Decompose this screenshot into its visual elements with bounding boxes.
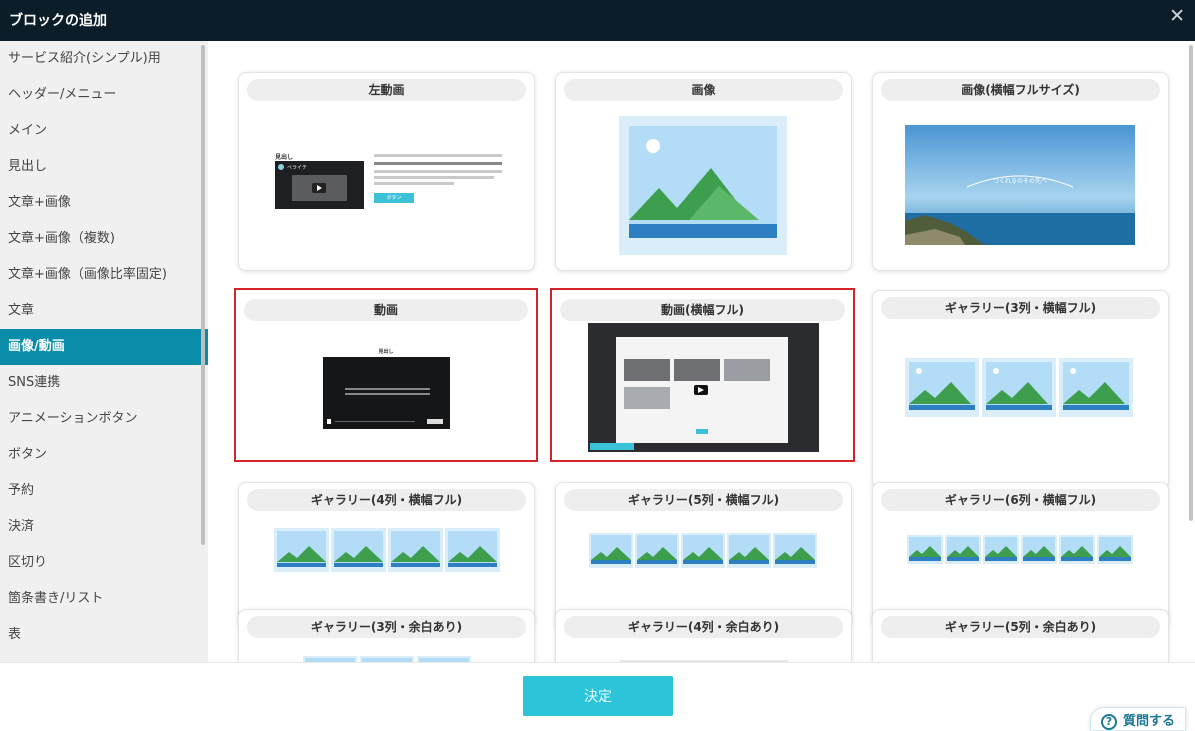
sidebar-item-table[interactable]: 表 xyxy=(0,617,208,653)
gallery-placeholder-icon xyxy=(907,535,1133,564)
block-card-video[interactable]: 動画 見出し xyxy=(234,288,538,462)
block-card-gallery-3-margin[interactable]: ギャラリー(3列・余白あり) xyxy=(238,609,535,662)
sidebar-item-text-image[interactable]: 文章+画像 xyxy=(0,185,208,221)
sidebar-item-heading[interactable]: 見出し xyxy=(0,149,208,185)
gallery-placeholder-icon xyxy=(905,358,1133,417)
gallery-placeholder-icon xyxy=(589,533,817,568)
close-icon[interactable]: ✕ xyxy=(1169,5,1185,27)
sidebar-item-text[interactable]: 文章 xyxy=(0,293,208,329)
card-title: 動画(横幅フル) xyxy=(560,299,845,321)
block-card-gallery-3-full[interactable]: ギャラリー(3列・横幅フル) xyxy=(872,290,1169,489)
block-card-gallery-5-full[interactable]: ギャラリー(5列・横幅フル) xyxy=(555,482,852,628)
thumb-video: ペライチ xyxy=(275,161,364,209)
thumb-heading: 見出し xyxy=(275,154,294,161)
block-card-image-full-width[interactable]: 画像(横幅フルサイズ) つくれるのその先へ xyxy=(872,72,1169,271)
help-label: 質問する xyxy=(1123,714,1176,729)
sidebar-item-divider[interactable]: 区切り xyxy=(0,545,208,581)
block-card-gallery-4-margin[interactable]: ギャラリー(4列・余白あり) xyxy=(555,609,852,662)
block-card-gallery-4-full[interactable]: ギャラリー(4列・横幅フル) xyxy=(238,482,535,628)
card-title: ギャラリー(6列・横幅フル) xyxy=(881,489,1160,511)
thumb-heading: 見出し xyxy=(378,349,394,355)
video-full-thumbnail xyxy=(588,323,819,452)
card-title: ギャラリー(3列・余白あり) xyxy=(247,616,526,638)
block-card-left-video[interactable]: 左動画 見出し ペライチ ボタン xyxy=(238,72,535,271)
grid-scrollbar[interactable] xyxy=(1189,45,1193,521)
card-title: ギャラリー(4列・余白あり) xyxy=(564,616,843,638)
category-sidebar: サービス紹介(シンプル)用 ヘッダー/メニュー メイン 見出し 文章+画像 文章… xyxy=(0,41,208,662)
question-icon: ? xyxy=(1101,714,1117,730)
sidebar-item-animation-button[interactable]: アニメーションボタン xyxy=(0,401,208,437)
landscape-photo-icon xyxy=(905,125,1135,245)
card-title: ギャラリー(5列・余白あり) xyxy=(881,616,1160,638)
sidebar-item-payment[interactable]: 決済 xyxy=(0,509,208,545)
sidebar-item-button[interactable]: ボタン xyxy=(0,437,208,473)
image-placeholder-icon xyxy=(619,116,787,255)
sidebar-item-image-video[interactable]: 画像/動画 xyxy=(0,329,208,365)
dialog-title: ブロックの追加 xyxy=(9,13,107,29)
sidebar-item-header-menu[interactable]: ヘッダー/メニュー xyxy=(0,77,208,113)
card-thumbnail: 見出し ペライチ ボタン xyxy=(275,148,503,228)
card-title: ギャラリー(3列・横幅フル) xyxy=(881,297,1160,319)
dialog-footer: 決定 ? 質問する xyxy=(0,662,1195,731)
card-title: 左動画 xyxy=(247,79,526,101)
sidebar-item-text-image-fixed-ratio[interactable]: 文章+画像（画像比率固定) xyxy=(0,257,208,293)
sidebar-item-reservation[interactable]: 予約 xyxy=(0,473,208,509)
block-grid: 左動画 見出し ペライチ ボタン 画像 画像(横幅フルサイズ) つくれるのその先… xyxy=(208,41,1195,662)
block-card-image[interactable]: 画像 xyxy=(555,72,852,271)
sidebar-scrollbar[interactable] xyxy=(201,45,205,545)
help-button[interactable]: ? 質問する xyxy=(1090,707,1187,731)
card-title: 画像(横幅フルサイズ) xyxy=(881,79,1160,101)
card-title: ギャラリー(4列・横幅フル) xyxy=(247,489,526,511)
card-title: 動画 xyxy=(244,299,528,321)
thumb-banner-text: つくれるのその先へ xyxy=(992,178,1047,185)
gallery-placeholder-icon xyxy=(274,528,500,572)
block-card-gallery-6-full[interactable]: ギャラリー(6列・横幅フル) xyxy=(872,482,1169,628)
sidebar-item-bullet-list[interactable]: 箇条書き/リスト xyxy=(0,581,208,617)
card-title: 画像 xyxy=(564,79,843,101)
sidebar-item-main[interactable]: メイン xyxy=(0,113,208,149)
sidebar-item-service-intro[interactable]: サービス紹介(シンプル)用 xyxy=(0,41,208,77)
confirm-button[interactable]: 決定 xyxy=(523,676,673,716)
card-title: ギャラリー(5列・横幅フル) xyxy=(564,489,843,511)
sidebar-item-text-image-multiple[interactable]: 文章+画像（複数) xyxy=(0,221,208,257)
block-card-gallery-5-margin[interactable]: ギャラリー(5列・余白あり) xyxy=(872,609,1169,662)
dialog-header: ブロックの追加 ✕ xyxy=(0,0,1195,41)
thumb-video-title: ペライチ xyxy=(287,165,308,171)
block-card-video-full-width[interactable]: 動画(横幅フル) xyxy=(550,288,855,462)
thumb-button: ボタン xyxy=(374,193,414,203)
sidebar-item-sns[interactable]: SNS連携 xyxy=(0,365,208,401)
video-player-thumbnail xyxy=(323,357,450,429)
